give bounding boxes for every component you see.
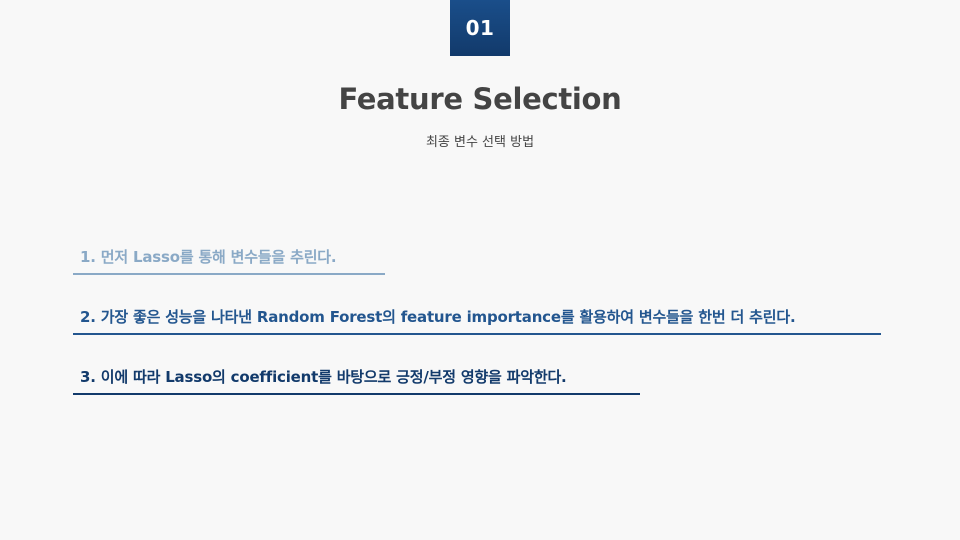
step-3: 3. 이에 따라 Lasso의 coefficient를 바탕으로 긍정/부정 … — [73, 366, 640, 395]
section-number-badge: 01 — [450, 0, 510, 56]
section-number: 01 — [465, 16, 495, 40]
slide-title: Feature Selection — [338, 82, 622, 116]
slide-subtitle: 최종 변수 선택 방법 — [425, 135, 535, 150]
step-2: 2. 가장 좋은 성능을 나타낸 Random Forest의 feature … — [73, 306, 881, 335]
step-1: 1. 먼저 Lasso를 통해 변수들을 추린다. — [73, 246, 385, 275]
